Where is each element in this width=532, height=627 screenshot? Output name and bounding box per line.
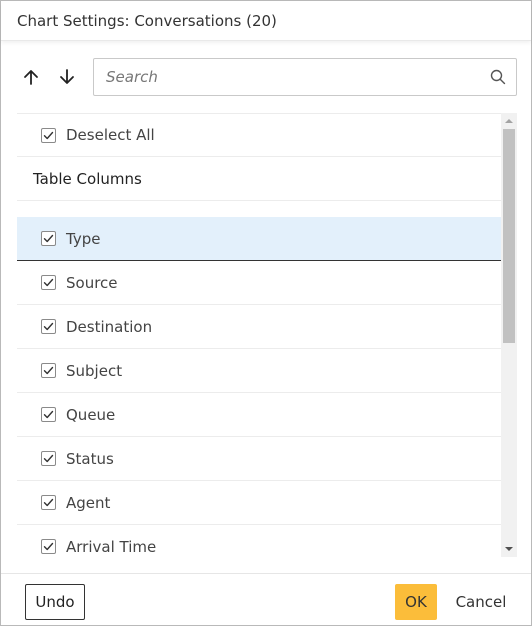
- deselect-all-checkbox[interactable]: [41, 127, 56, 143]
- checkmark-icon: [43, 322, 54, 331]
- column-checkbox[interactable]: [41, 275, 56, 290]
- column-label: Agent: [66, 493, 111, 512]
- column-label: Source: [66, 273, 118, 292]
- column-row[interactable]: Status: [17, 437, 501, 481]
- dialog-title: Chart Settings: Conversations (20): [17, 11, 277, 30]
- dialog-footer: Undo OK Cancel: [1, 573, 531, 627]
- arrow-up-icon: [24, 70, 38, 85]
- column-label: Queue: [66, 405, 116, 424]
- column-row[interactable]: Queue: [17, 393, 501, 437]
- section-header-table-columns: Table Columns: [17, 157, 501, 201]
- column-checkbox[interactable]: [41, 539, 56, 554]
- column-row[interactable]: Destination: [17, 305, 501, 349]
- section-label: Table Columns: [33, 169, 142, 188]
- scroll-down-arrow-icon[interactable]: [501, 541, 517, 557]
- checkmark-icon: [43, 454, 54, 463]
- scroll-up-arrow-icon[interactable]: [501, 113, 517, 129]
- column-row[interactable]: Subject: [17, 349, 501, 393]
- move-up-button[interactable]: [17, 58, 45, 96]
- move-down-button[interactable]: [53, 58, 81, 96]
- checkmark-icon: [43, 131, 54, 139]
- cancel-button[interactable]: Cancel: [447, 584, 515, 620]
- column-checkbox[interactable]: [41, 495, 56, 510]
- checkmark-icon: [43, 542, 54, 551]
- column-row[interactable]: Source: [17, 261, 501, 305]
- column-row[interactable]: Type: [17, 217, 501, 261]
- column-label: Status: [66, 449, 114, 468]
- search-icon[interactable]: [490, 69, 506, 85]
- deselect-all-row[interactable]: Deselect All: [17, 113, 501, 157]
- checkmark-icon: [43, 278, 54, 287]
- search-box: [93, 58, 517, 96]
- column-checkbox[interactable]: [41, 319, 56, 334]
- checkmark-icon: [43, 366, 54, 375]
- list-scrollbar[interactable]: [501, 113, 517, 557]
- column-label: Arrival Time: [66, 537, 157, 556]
- column-label: Subject: [66, 361, 123, 380]
- column-checkbox[interactable]: [41, 363, 56, 378]
- column-checkbox[interactable]: [41, 407, 56, 422]
- toolbar: [17, 58, 517, 96]
- dialog-title-bar: Chart Settings: Conversations (20): [1, 1, 531, 41]
- scroll-thumb[interactable]: [503, 129, 515, 343]
- column-label: Destination: [66, 317, 153, 336]
- columns-container: Type Source Destination Subject Queue Status A…: [17, 217, 501, 557]
- chart-settings-dialog: Chart Settings: Conversations (20) Searc…: [0, 0, 532, 626]
- column-list: Deselect All Table Columns Type Source Des…: [17, 113, 501, 557]
- checkmark-icon: [43, 498, 54, 507]
- checkmark-icon: [43, 410, 54, 419]
- search-input[interactable]: [104, 67, 490, 87]
- column-row[interactable]: Agent: [17, 481, 501, 525]
- ok-button[interactable]: OK: [395, 584, 437, 620]
- column-checkbox[interactable]: [41, 231, 56, 246]
- column-label: Type: [66, 229, 101, 248]
- column-row[interactable]: Arrival Time: [17, 525, 501, 557]
- column-checkbox[interactable]: [41, 451, 56, 466]
- arrow-down-icon: [60, 69, 74, 84]
- checkmark-icon: [43, 234, 54, 243]
- undo-button[interactable]: Undo: [25, 584, 85, 620]
- deselect-all-label: Deselect All: [66, 126, 155, 144]
